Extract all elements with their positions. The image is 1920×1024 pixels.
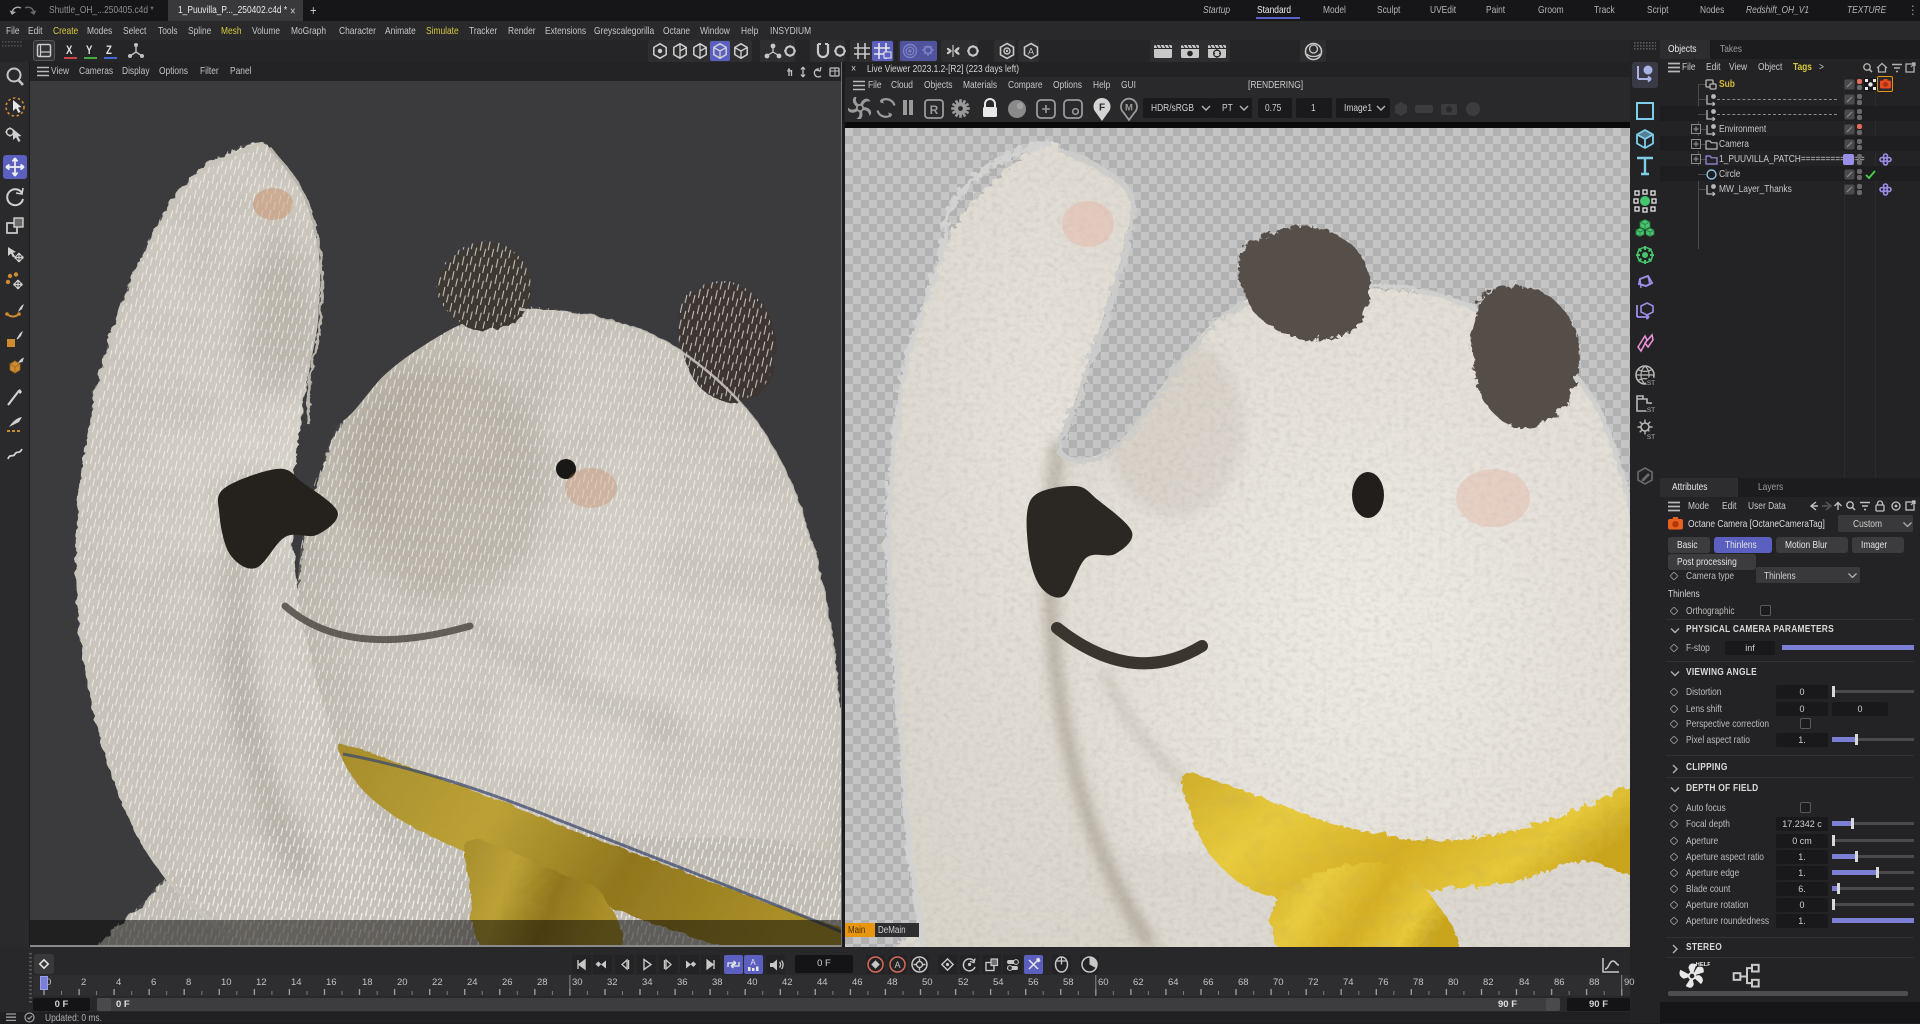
svg-text:ST: ST — [1647, 407, 1655, 414]
svg-text:A: A — [750, 958, 756, 967]
svg-text:M: M — [1125, 103, 1133, 114]
svg-text:A: A — [894, 960, 900, 970]
svg-text:R: R — [930, 103, 939, 117]
svg-text:A: A — [1028, 47, 1034, 57]
svg-text:ST: ST — [1647, 434, 1655, 441]
svg-text:ST: ST — [1647, 380, 1655, 387]
svg-text:F: F — [1099, 103, 1105, 114]
svg-text:HELP: HELP — [1696, 962, 1710, 968]
